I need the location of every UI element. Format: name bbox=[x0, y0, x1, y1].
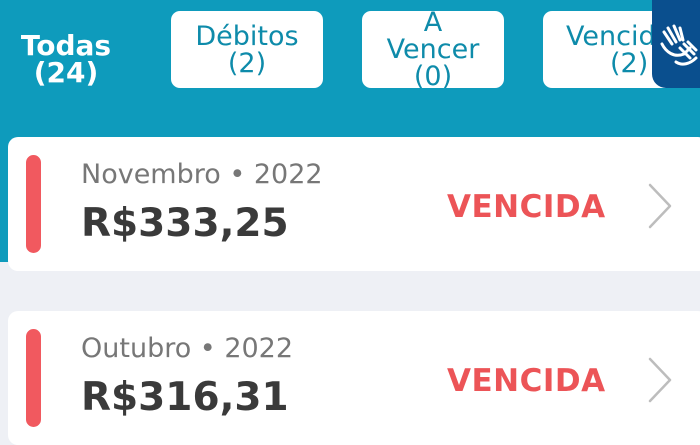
invoice-period: Novembro • 2022 bbox=[81, 159, 323, 190]
invoice-amount: R$316,31 bbox=[81, 375, 289, 420]
chevron-right-icon bbox=[648, 357, 672, 403]
invoice-card[interactable]: Novembro • 2022 R$333,25 VENCIDA bbox=[8, 137, 700, 271]
tab-todas-count: (24) bbox=[33, 55, 99, 89]
invoice-status: VENCIDA bbox=[447, 363, 606, 399]
tab-todas[interactable]: Todas (24) bbox=[10, 20, 122, 97]
invoice-status: VENCIDA bbox=[447, 189, 606, 225]
overdue-indicator bbox=[26, 329, 41, 427]
tab-todas-label: Todas bbox=[20, 28, 112, 62]
tab-debitos-label: Débitos bbox=[195, 20, 299, 52]
chevron-right-icon bbox=[648, 183, 672, 229]
tab-a-vencer[interactable]: A Vencer (0) bbox=[362, 11, 504, 88]
tab-debitos-count: (2) bbox=[227, 47, 267, 79]
overdue-indicator bbox=[26, 155, 41, 253]
invoice-amount: R$333,25 bbox=[81, 201, 289, 246]
tab-a-vencer-label: A Vencer bbox=[386, 11, 480, 65]
accessibility-button[interactable] bbox=[652, 0, 700, 88]
invoice-period: Outubro • 2022 bbox=[81, 333, 294, 364]
tab-vencidas-count: (2) bbox=[610, 47, 649, 79]
tab-a-vencer-count: (0) bbox=[413, 61, 453, 88]
invoice-card[interactable]: Outubro • 2022 R$316,31 VENCIDA bbox=[8, 311, 700, 445]
tab-debitos[interactable]: Débitos (2) bbox=[171, 11, 323, 88]
sign-language-hands-icon bbox=[660, 24, 698, 66]
